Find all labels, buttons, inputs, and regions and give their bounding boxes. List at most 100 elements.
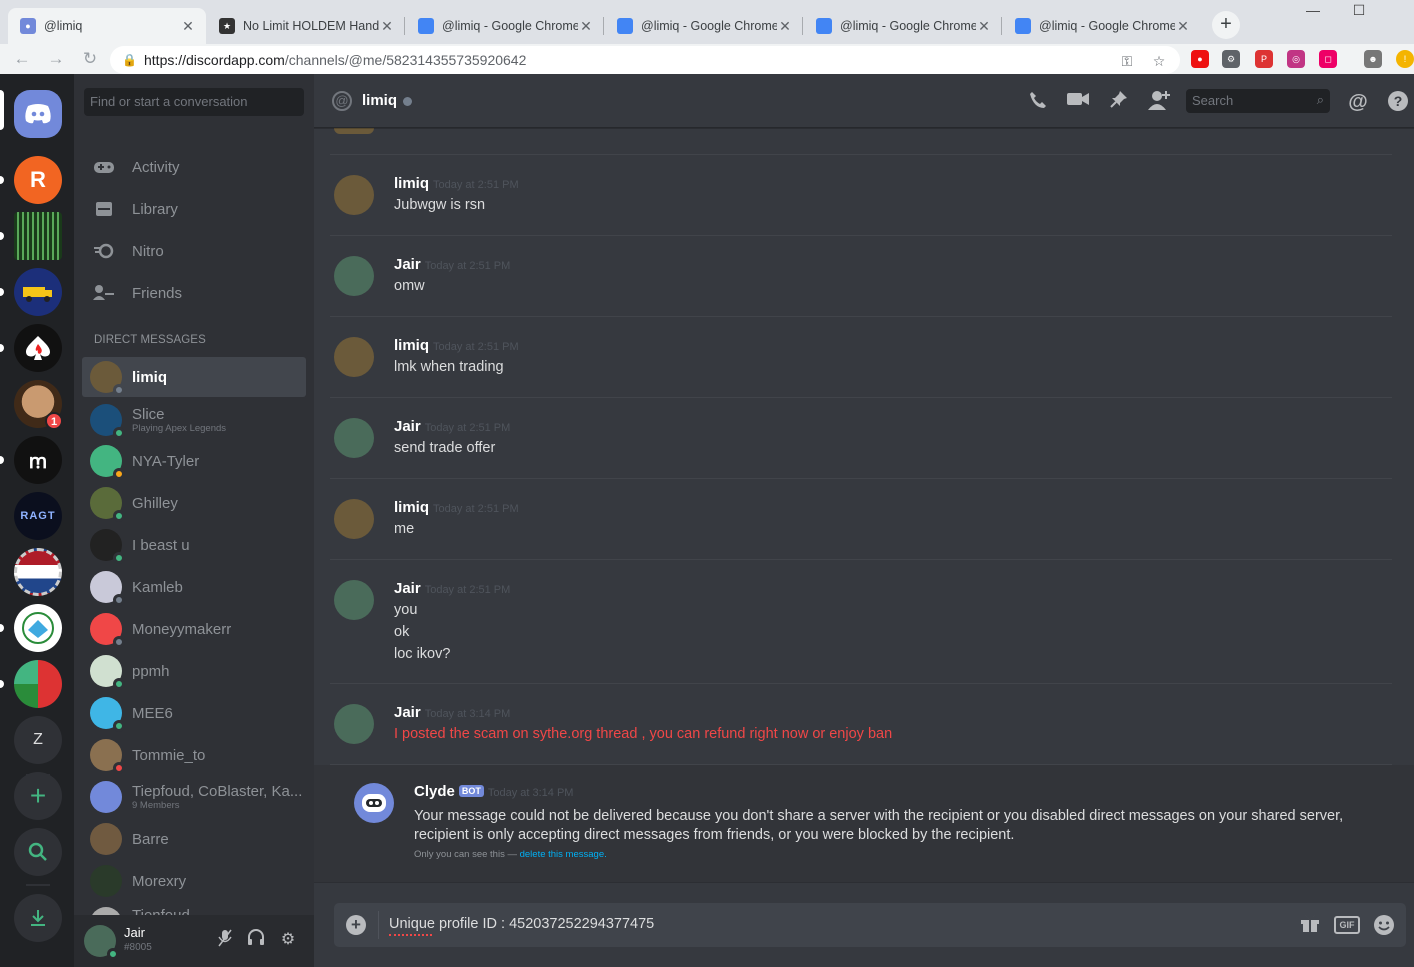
close-tab-icon[interactable]: ✕	[379, 18, 395, 35]
find-conversation-input[interactable]: Find or start a conversation	[84, 88, 304, 116]
gift-icon[interactable]	[1298, 914, 1322, 936]
pin-icon[interactable]	[1107, 90, 1131, 114]
message-avatar[interactable]	[334, 175, 374, 215]
instagram-extension-icon[interactable]: ◎	[1287, 50, 1305, 68]
message-avatar[interactable]	[334, 256, 374, 296]
address-bar[interactable]: 🔒 https://discordapp.com/channels/@me/58…	[110, 46, 1180, 74]
dm-item[interactable]: ppmh	[82, 651, 306, 691]
dm-item[interactable]: NYA-Tyler	[82, 441, 306, 481]
home-button[interactable]	[14, 90, 62, 138]
composer-text[interactable]: Unique profile ID : 452037252294377475	[389, 916, 654, 932]
dm-item[interactable]: Tommie_to	[82, 735, 306, 775]
explore-servers-button[interactable]	[14, 828, 62, 876]
nav-activity[interactable]: Activity	[82, 147, 306, 187]
delete-message-link[interactable]: delete this message.	[520, 849, 607, 860]
headphones-icon[interactable]	[245, 929, 267, 951]
dm-item[interactable]: I beast u	[82, 525, 306, 565]
extension-icon[interactable]: ◻	[1319, 50, 1337, 68]
dm-item[interactable]: Morexry	[82, 861, 306, 901]
gif-button[interactable]: GIF	[1334, 916, 1360, 934]
server-icon-r[interactable]: R	[14, 156, 62, 204]
message-composer[interactable]: + Unique profile ID : 452037252294377475…	[334, 903, 1406, 947]
dm-name: NYA-Tyler	[132, 452, 200, 470]
author-name[interactable]: Jair	[394, 704, 421, 721]
forward-button[interactable]: →	[44, 47, 68, 71]
close-tab-icon[interactable]: ✕	[976, 18, 992, 35]
help-icon[interactable]: ?	[1386, 90, 1410, 114]
browser-tab-4[interactable]: @limiq - Google Chrome ✕	[605, 8, 803, 44]
close-tab-icon[interactable]: ✕	[180, 18, 196, 35]
bookmark-star-icon[interactable]: ☆	[1150, 52, 1168, 70]
author-name[interactable]: Jair	[394, 418, 421, 435]
nav-nitro[interactable]: Nitro	[82, 231, 306, 271]
browser-tab-6[interactable]: @limiq - Google Chrome ✕	[1003, 8, 1201, 44]
dm-item[interactable]: Slice Playing Apex Legends	[82, 400, 306, 440]
dm-item[interactable]: Kamleb	[82, 567, 306, 607]
message-avatar[interactable]	[334, 418, 374, 458]
server-icon-spade[interactable]	[14, 324, 62, 372]
server-icon-z[interactable]: Z	[14, 716, 62, 764]
maximize-icon[interactable]: ☐	[1336, 0, 1382, 30]
message-avatar[interactable]	[334, 337, 374, 377]
server-icon-claw[interactable]: ꭑ	[14, 436, 62, 484]
ublock-extension-icon[interactable]: ●	[1191, 50, 1209, 68]
message-header: Jair Today at 3:14 PM	[394, 704, 510, 721]
profile-avatar-icon[interactable]: ☻	[1364, 50, 1382, 68]
video-call-icon[interactable]	[1066, 90, 1090, 114]
friends-icon	[92, 281, 116, 305]
search-input[interactable]: Search ⌕	[1186, 89, 1330, 113]
minimize-icon[interactable]: —	[1290, 0, 1336, 30]
server-icon-truck[interactable]	[14, 268, 62, 316]
back-button[interactable]: ←	[10, 47, 34, 71]
add-server-button[interactable]: +	[14, 772, 62, 820]
browser-tab-3[interactable]: @limiq - Google Chrome ✕	[406, 8, 604, 44]
voice-call-icon[interactable]	[1026, 90, 1050, 114]
add-friend-icon[interactable]	[1147, 90, 1171, 114]
browser-tab-2[interactable]: ★ No Limit HOLDEM Hand ✕	[207, 8, 405, 44]
server-icon-logo[interactable]	[14, 604, 62, 652]
download-apps-button[interactable]	[14, 894, 62, 942]
server-icon-flag[interactable]	[14, 548, 62, 596]
server-icon-colors[interactable]	[14, 660, 62, 708]
browser-tab-1[interactable]: ● @limiq ✕	[8, 8, 206, 44]
mute-icon[interactable]	[214, 929, 236, 951]
author-name[interactable]: Jair	[394, 580, 421, 597]
ephemeral-note: Only you can see this — delete this mess…	[414, 849, 607, 860]
server-icon-ragt[interactable]: RAGT	[14, 492, 62, 540]
emoji-icon[interactable]	[1372, 914, 1396, 936]
close-tab-icon[interactable]: ✕	[777, 18, 793, 35]
browser-tab-5[interactable]: @limiq - Google Chrome ✕	[804, 8, 1002, 44]
new-tab-button[interactable]: +	[1212, 11, 1240, 39]
close-tab-icon[interactable]: ✕	[578, 18, 594, 35]
dm-item[interactable]: Tiepfoud, CoBlaster, Ka... 9 Members	[82, 777, 306, 817]
message-avatar[interactable]	[334, 580, 374, 620]
message-avatar[interactable]	[334, 704, 374, 744]
nav-library[interactable]: Library	[82, 189, 306, 229]
nav-friends[interactable]: Friends	[82, 273, 306, 313]
settings-gear-icon[interactable]: ⚙	[277, 929, 299, 951]
author-name[interactable]: limiq	[394, 499, 429, 516]
divider	[378, 911, 379, 939]
dm-item[interactable]: MEE6	[82, 693, 306, 733]
author-name[interactable]: limiq	[394, 337, 429, 354]
pdf-extension-icon[interactable]: P	[1255, 50, 1273, 68]
dm-name: limiq	[132, 368, 168, 386]
mentions-icon[interactable]: @	[1346, 90, 1370, 114]
reload-button[interactable]: ↻	[78, 47, 102, 71]
tab-title: @limiq - Google Chrome	[442, 19, 578, 33]
server-icon-matrix[interactable]	[14, 212, 62, 260]
dm-item[interactable]: limiq	[82, 357, 306, 397]
message-avatar[interactable]	[334, 499, 374, 539]
author-name[interactable]: Jair	[394, 256, 421, 273]
dm-item[interactable]: Moneyymakerr	[82, 609, 306, 649]
author-name[interactable]: limiq	[394, 175, 429, 192]
dm-item[interactable]: Barre	[82, 819, 306, 859]
alert-icon[interactable]: !	[1396, 50, 1414, 68]
dm-text: Slice Playing Apex Legends	[132, 406, 226, 434]
key-icon[interactable]: ⚿	[1118, 52, 1136, 70]
message-header: limiq Today at 2:51 PM	[394, 175, 519, 192]
extension-icon[interactable]: ⚙	[1222, 50, 1240, 68]
dm-item[interactable]: Ghilley	[82, 483, 306, 523]
upload-plus-icon[interactable]: +	[346, 915, 366, 935]
close-tab-icon[interactable]: ✕	[1175, 18, 1191, 35]
